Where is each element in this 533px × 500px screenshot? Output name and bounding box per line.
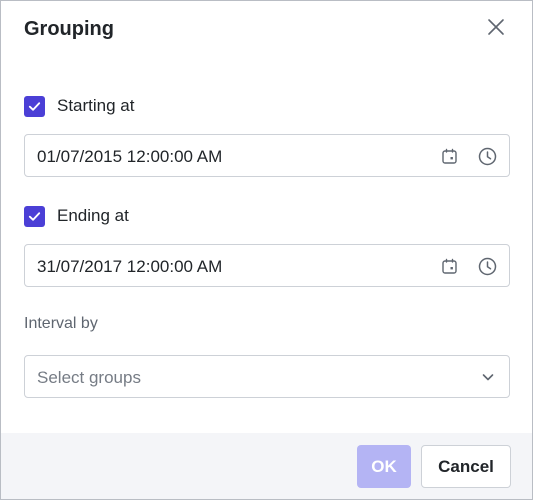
starting-at-checkbox[interactable] bbox=[24, 95, 45, 117]
ending-at-calendar-button[interactable] bbox=[439, 256, 460, 277]
close-button[interactable] bbox=[484, 15, 508, 39]
close-icon bbox=[488, 19, 504, 35]
starting-at-time-button[interactable] bbox=[477, 146, 498, 167]
check-icon bbox=[28, 101, 41, 111]
ending-at-checkbox[interactable] bbox=[24, 205, 45, 227]
clock-icon bbox=[478, 147, 497, 166]
dialog-header: Grouping bbox=[1, 1, 532, 59]
dialog-footer: OK Cancel bbox=[1, 433, 532, 499]
chevron-down-icon bbox=[479, 368, 497, 386]
grouping-dialog: Grouping Starting at 01/07/2015 12:00:00… bbox=[0, 0, 533, 500]
cancel-button[interactable]: Cancel bbox=[421, 445, 511, 488]
check-icon bbox=[28, 211, 41, 221]
ending-at-row: Ending at bbox=[24, 205, 129, 227]
ending-at-field[interactable]: 31/07/2017 12:00:00 AM bbox=[24, 244, 510, 287]
interval-select[interactable]: Select groups bbox=[24, 355, 510, 398]
ok-button[interactable]: OK bbox=[357, 445, 411, 488]
ending-at-time-button[interactable] bbox=[477, 256, 498, 277]
ending-at-label: Ending at bbox=[57, 206, 129, 225]
starting-at-field[interactable]: 01/07/2015 12:00:00 AM bbox=[24, 134, 510, 177]
starting-at-calendar-button[interactable] bbox=[439, 146, 460, 167]
interval-label: Interval by bbox=[24, 315, 98, 332]
starting-at-row: Starting at bbox=[24, 95, 135, 117]
ending-at-value: 31/07/2017 12:00:00 AM bbox=[37, 257, 223, 276]
starting-at-label: Starting at bbox=[57, 96, 135, 115]
interval-select-placeholder: Select groups bbox=[37, 368, 141, 387]
calendar-icon bbox=[442, 148, 457, 164]
clock-icon bbox=[478, 257, 497, 276]
calendar-icon bbox=[442, 258, 457, 274]
dialog-title: Grouping bbox=[24, 18, 114, 40]
starting-at-value: 01/07/2015 12:00:00 AM bbox=[37, 147, 223, 166]
